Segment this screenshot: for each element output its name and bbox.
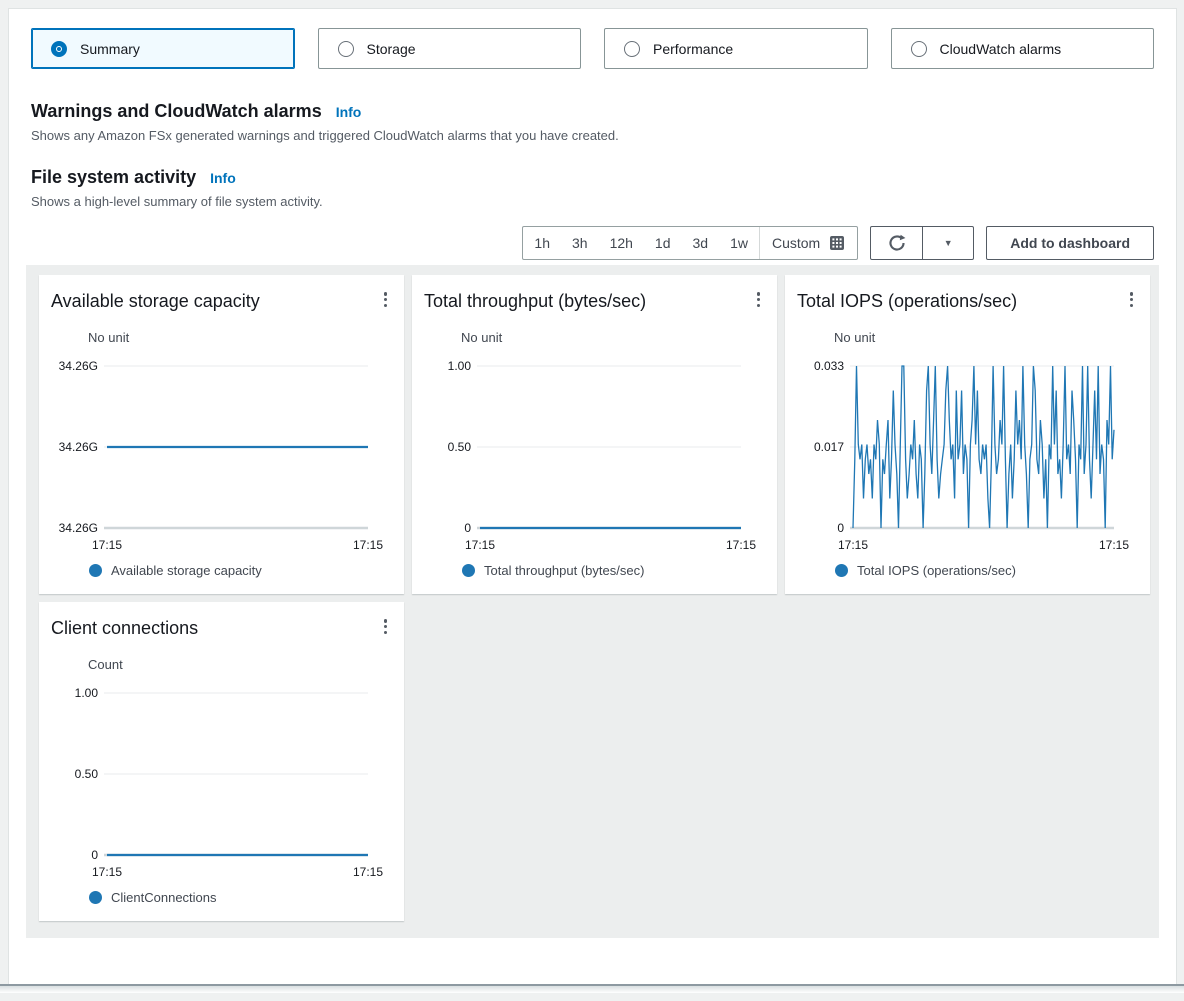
charts-panel: Available storage capacity No unit 34.26…	[26, 265, 1159, 938]
widget-available-storage-capacity: Available storage capacity No unit 34.26…	[39, 275, 404, 594]
tab-label: Performance	[653, 41, 733, 57]
svg-text:0.50: 0.50	[448, 440, 472, 454]
widget-title: Total throughput (bytes/sec)	[424, 289, 646, 313]
radio-icon	[911, 41, 927, 57]
tab-cloudwatch-alarms[interactable]: CloudWatch alarms	[891, 28, 1155, 69]
widget-menu-button[interactable]	[379, 614, 393, 639]
info-link[interactable]: Info	[210, 170, 236, 186]
section-description: Shows a high-level summary of file syste…	[31, 194, 1154, 209]
refresh-button[interactable]	[871, 227, 922, 259]
legend-label: Total IOPS (operations/sec)	[857, 563, 1016, 578]
range-1d[interactable]: 1d	[644, 227, 682, 259]
vertical-ellipsis-icon	[384, 292, 388, 307]
info-link[interactable]: Info	[336, 104, 362, 120]
fsx-monitoring-page: Summary Storage Performance CloudWatch a…	[8, 8, 1177, 984]
svg-text:34.26G: 34.26G	[59, 440, 98, 454]
activity-section: File system activity Info Shows a high-l…	[31, 166, 1154, 209]
svg-text:17:15: 17:15	[353, 538, 383, 552]
range-12h[interactable]: 12h	[599, 227, 644, 259]
tab-summary[interactable]: Summary	[31, 28, 295, 69]
warnings-section: Warnings and CloudWatch alarms Info Show…	[31, 100, 1154, 143]
legend-label: Total throughput (bytes/sec)	[484, 563, 644, 578]
legend-swatch	[89, 891, 102, 904]
legend-label: Available storage capacity	[111, 563, 262, 578]
chart-canvas: 0.033 0.017 0 17:15 17:15	[797, 354, 1138, 558]
svg-text:17:15: 17:15	[838, 538, 868, 552]
page-bottom-rule	[0, 984, 1184, 993]
view-tabs: Summary Storage Performance CloudWatch a…	[31, 28, 1154, 69]
widget-client-connections: Client connections Count 1.000.50017:151…	[39, 602, 404, 921]
svg-text:0: 0	[464, 521, 471, 535]
widget-title: Client connections	[51, 616, 198, 640]
legend-label: ClientConnections	[111, 890, 217, 905]
tab-label: Storage	[367, 41, 416, 57]
refresh-options-button[interactable]: ▼	[922, 227, 973, 259]
svg-text:17:15: 17:15	[353, 865, 383, 879]
legend-swatch	[89, 564, 102, 577]
section-description: Shows any Amazon FSx generated warnings …	[31, 128, 1154, 143]
tab-performance[interactable]: Performance	[604, 28, 868, 69]
chart-canvas: 34.26G 34.26G 34.26G 17:15 17:15	[51, 354, 392, 558]
svg-text:0.033: 0.033	[814, 359, 844, 373]
widget-menu-button[interactable]	[1125, 287, 1139, 312]
section-title: File system activity	[31, 166, 196, 188]
widget-menu-button[interactable]	[752, 287, 766, 312]
add-to-dashboard-button[interactable]: Add to dashboard	[986, 226, 1154, 260]
legend-item[interactable]: Total IOPS (operations/sec)	[835, 563, 1138, 578]
chart-canvas: 1.00 0.50 0 17:15 17:15	[51, 681, 392, 885]
widget-menu-button[interactable]	[379, 287, 393, 312]
y-axis-unit-label: No unit	[88, 330, 392, 345]
legend-swatch	[462, 564, 475, 577]
vertical-ellipsis-icon	[757, 292, 761, 307]
widget-title: Available storage capacity	[51, 289, 260, 313]
widget-title: Total IOPS (operations/sec)	[797, 289, 1017, 313]
svg-text:1.00: 1.00	[448, 359, 472, 373]
time-range-selector: 1h 3h 12h 1d 3d 1w Custom	[522, 226, 858, 260]
radio-icon	[51, 41, 67, 57]
range-3d[interactable]: 3d	[682, 227, 720, 259]
legend-item[interactable]: Total throughput (bytes/sec)	[462, 563, 765, 578]
widget-total-iops: Total IOPS (operations/sec) No unit 0.03…	[785, 275, 1150, 594]
chart-canvas: 1.00 0.50 0 17:15 17:15	[424, 354, 765, 558]
tab-storage[interactable]: Storage	[318, 28, 582, 69]
chart-toolbar: 1h 3h 12h 1d 3d 1w Custom	[31, 226, 1154, 260]
legend-item[interactable]: Available storage capacity	[89, 563, 392, 578]
widget-total-throughput: Total throughput (bytes/sec) No unit 1.0…	[412, 275, 777, 594]
refresh-icon	[888, 234, 906, 252]
calendar-grid-icon	[829, 235, 845, 251]
svg-text:34.26G: 34.26G	[59, 521, 98, 535]
y-axis-unit-label: Count	[88, 657, 392, 672]
refresh-split-button: ▼	[870, 226, 974, 260]
svg-text:1.00: 1.00	[75, 686, 99, 700]
chevron-down-icon: ▼	[944, 238, 953, 248]
section-title: Warnings and CloudWatch alarms	[31, 100, 322, 122]
svg-text:0.017: 0.017	[814, 440, 844, 454]
range-1h[interactable]: 1h	[523, 227, 561, 259]
svg-text:17:15: 17:15	[726, 538, 756, 552]
vertical-ellipsis-icon	[1130, 292, 1134, 307]
radio-icon	[338, 41, 354, 57]
svg-text:34.26G: 34.26G	[59, 359, 98, 373]
legend-item[interactable]: ClientConnections	[89, 890, 392, 905]
tab-label: Summary	[80, 41, 140, 57]
svg-text:0: 0	[91, 848, 98, 862]
svg-text:17:15: 17:15	[92, 865, 122, 879]
radio-icon	[624, 41, 640, 57]
legend-swatch	[835, 564, 848, 577]
range-custom[interactable]: Custom	[759, 227, 857, 259]
svg-text:0: 0	[837, 521, 844, 535]
svg-text:17:15: 17:15	[92, 538, 122, 552]
svg-text:0.50: 0.50	[75, 767, 99, 781]
range-1w[interactable]: 1w	[719, 227, 759, 259]
svg-text:17:15: 17:15	[465, 538, 495, 552]
y-axis-unit-label: No unit	[834, 330, 1138, 345]
tab-label: CloudWatch alarms	[940, 41, 1062, 57]
range-3h[interactable]: 3h	[561, 227, 599, 259]
vertical-ellipsis-icon	[384, 619, 388, 634]
y-axis-unit-label: No unit	[461, 330, 765, 345]
svg-text:17:15: 17:15	[1099, 538, 1129, 552]
